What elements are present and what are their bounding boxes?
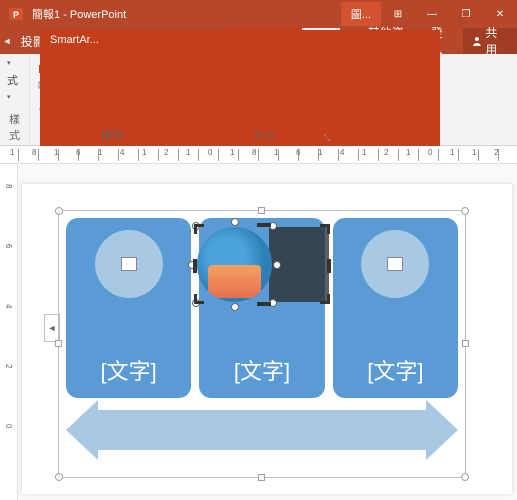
picture-icon <box>387 257 403 271</box>
crop-handle-e[interactable] <box>327 259 331 273</box>
img-handle-n[interactable] <box>231 218 239 226</box>
card-text-2[interactable]: [文字] <box>234 354 290 386</box>
img-handle-e[interactable] <box>273 261 281 269</box>
ruler-horizontal: 18161412101816141210112 <box>0 146 517 164</box>
size-dialog-launcher[interactable]: ⤡ <box>324 133 330 143</box>
img-handle-s[interactable] <box>231 303 239 311</box>
smartart-arrow[interactable] <box>96 410 428 450</box>
tabs-scroll-left[interactable]: ◄ <box>0 28 14 54</box>
card-text-1[interactable]: [文字] <box>101 354 157 386</box>
picture-placeholder-1[interactable] <box>95 230 163 298</box>
crop-handle-w[interactable] <box>193 259 197 273</box>
smartart-card-1[interactable]: [文字] <box>66 218 191 398</box>
resize-handle-nw[interactable] <box>55 207 63 215</box>
share-button[interactable]: 共用 <box>463 28 517 54</box>
crop-handle-ne[interactable] <box>320 224 330 234</box>
style-dropdown[interactable]: ▾ <box>4 57 21 69</box>
resize-handle-w[interactable] <box>55 340 62 347</box>
ruler-vertical: 86420 <box>0 164 18 500</box>
image-visible-region <box>197 227 272 302</box>
crop-handle-s[interactable] <box>257 302 271 306</box>
picture-placeholder-3[interactable] <box>361 230 429 298</box>
card-text-3[interactable]: [文字] <box>367 354 423 386</box>
share-icon <box>471 35 483 47</box>
crop-handle-sw[interactable] <box>194 294 204 304</box>
resize-handle-e[interactable] <box>462 340 469 347</box>
share-label: 共用 <box>485 24 509 58</box>
style-dropdown-2[interactable]: ▾ <box>4 91 21 103</box>
selected-image[interactable] <box>197 227 327 312</box>
resize-handle-s[interactable] <box>258 474 265 481</box>
svg-text:P: P <box>13 10 19 20</box>
context-tab-headers: SmartAr... 圖... <box>341 2 381 26</box>
group-label-size: 大小 ⤡ <box>199 126 330 143</box>
ribbon-group-styles: ▾ 式 ▾ 樣式 <box>0 54 30 145</box>
smartart-card-3[interactable]: [文字] <box>333 218 458 398</box>
crop-handle-se[interactable] <box>320 294 330 304</box>
editor-area: 86420 ◄ [文字] <box>0 164 517 500</box>
document-title: 簡報1 - PowerPoint <box>32 6 126 22</box>
style-item[interactable]: 式 <box>4 70 21 90</box>
resize-handle-se[interactable] <box>461 473 469 481</box>
resize-handle-n[interactable] <box>258 207 265 214</box>
slide[interactable]: ◄ [文字] <box>22 184 512 494</box>
crop-handle-nw[interactable] <box>194 224 204 234</box>
resize-handle-ne[interactable] <box>461 207 469 215</box>
picture-icon <box>121 257 137 271</box>
slide-canvas[interactable]: ◄ [文字] <box>18 164 517 500</box>
resize-handle-sw[interactable] <box>55 473 63 481</box>
group-label-arrange: 排列 <box>34 126 190 143</box>
app-icon: P <box>6 4 26 24</box>
context-tab-picture: 圖... <box>341 2 381 26</box>
group-label-styles: 樣式 <box>4 110 25 143</box>
smartart-graphic[interactable]: ◄ [文字] <box>62 214 462 474</box>
crop-handle-n[interactable] <box>257 223 271 227</box>
